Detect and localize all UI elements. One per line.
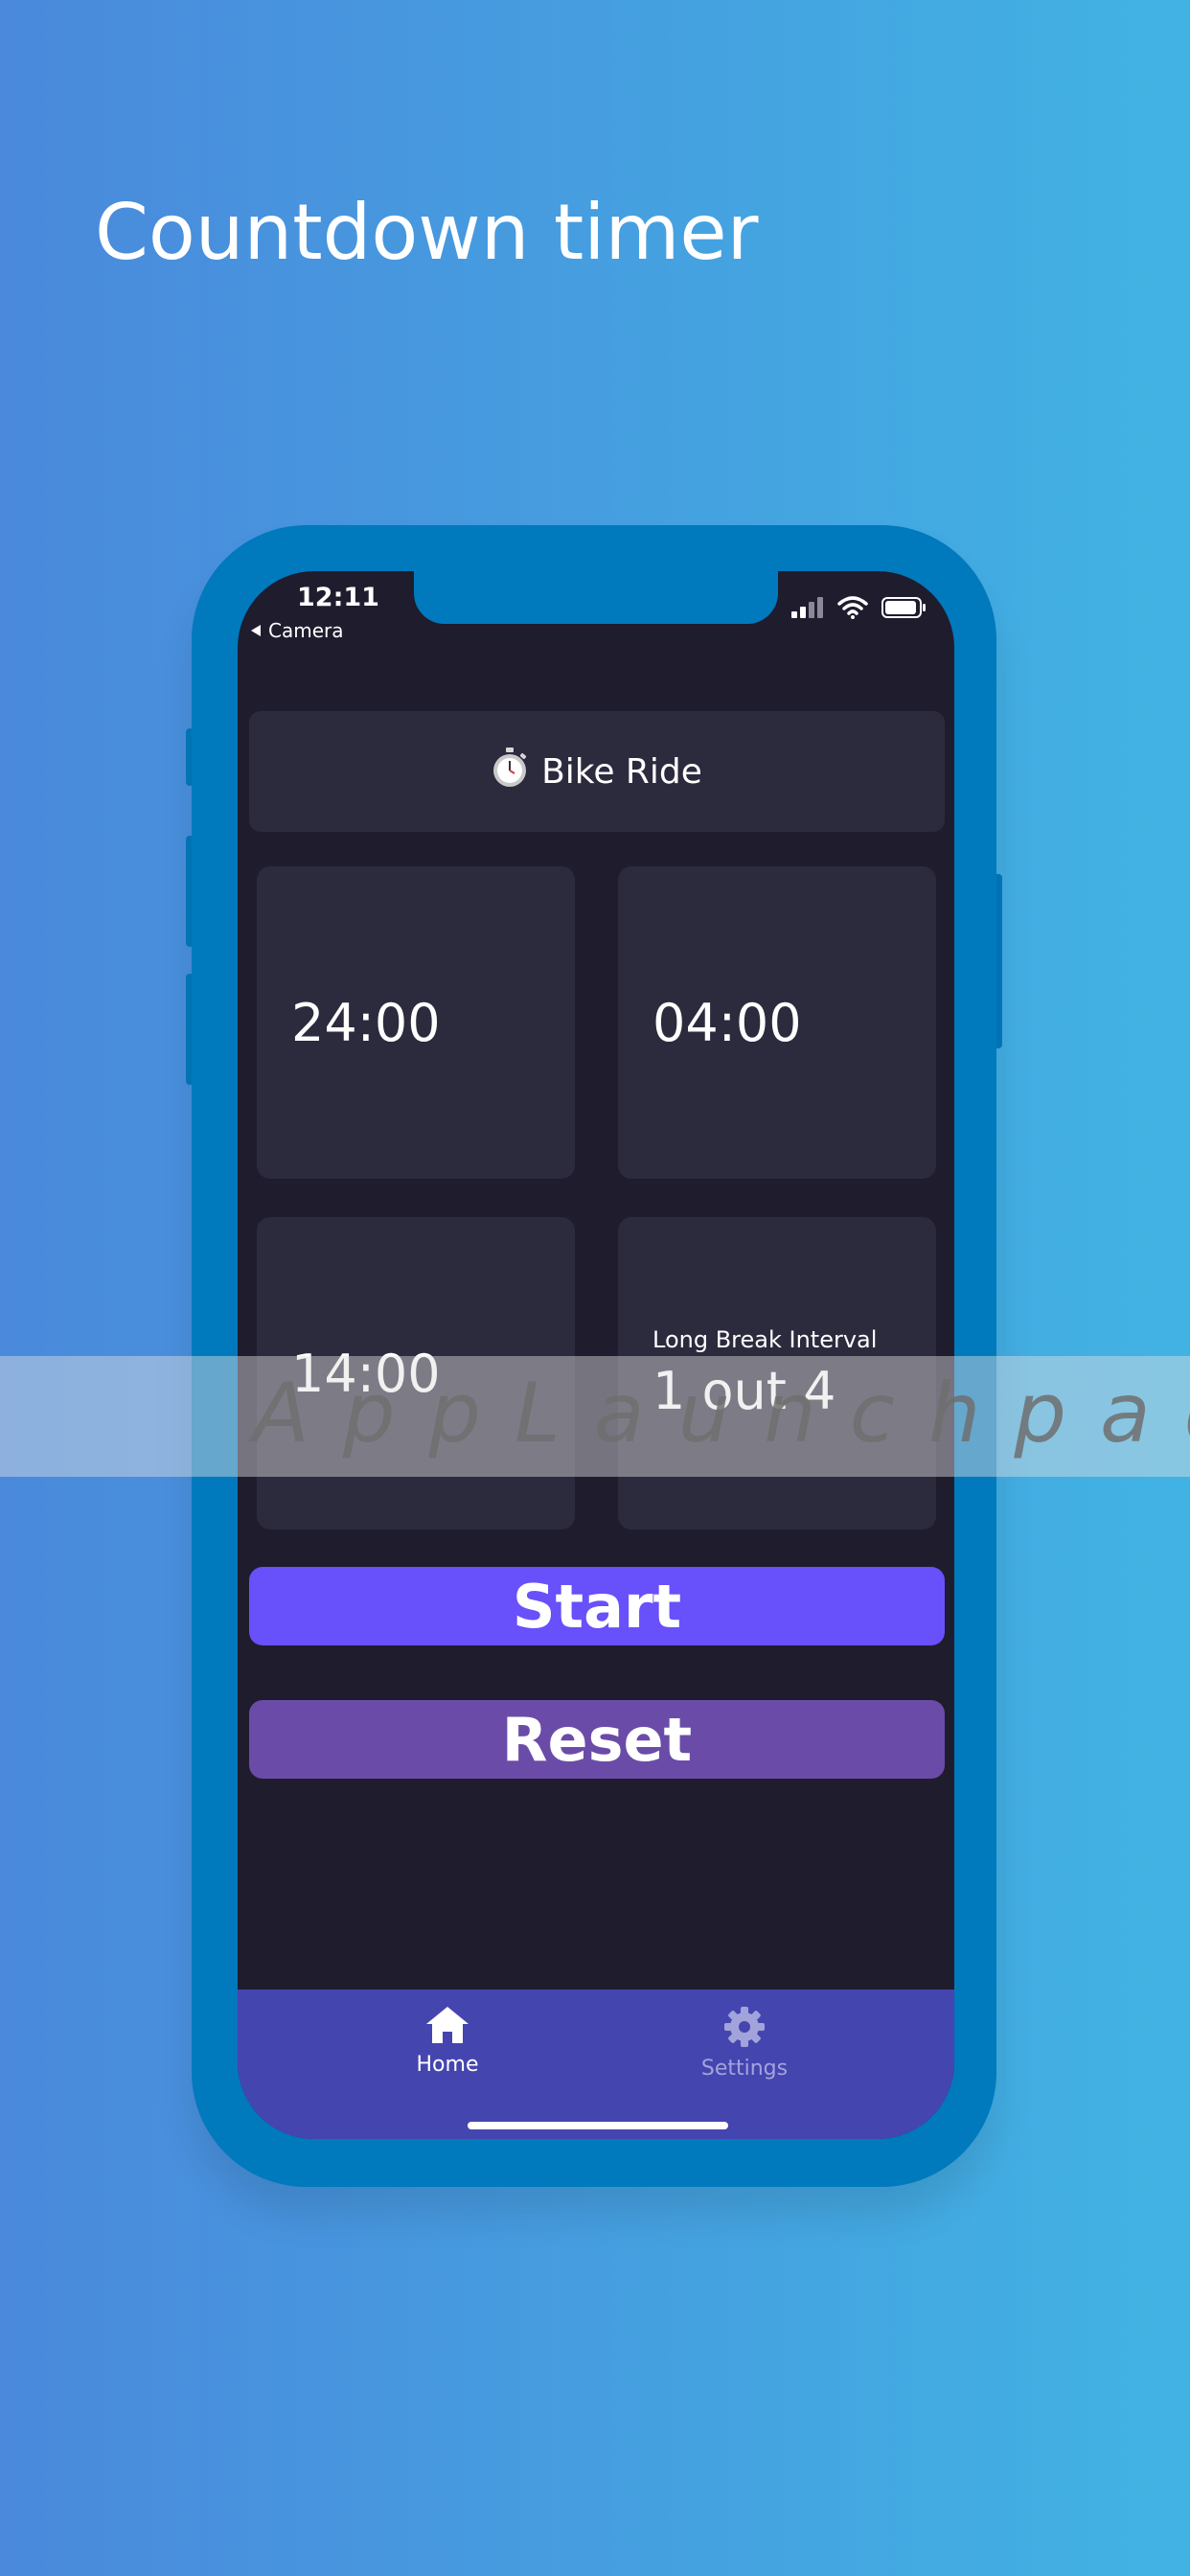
tile-value: 24:00 bbox=[291, 993, 441, 1053]
watermark-band: AppLaunchpad bbox=[0, 1356, 1190, 1477]
stopwatch-icon bbox=[492, 747, 528, 796]
short-break-tile[interactable]: 04:00 bbox=[618, 866, 936, 1179]
home-indicator bbox=[468, 2122, 728, 2129]
tile-label: Long Break Interval bbox=[652, 1326, 878, 1353]
timer-title-card: Bike Ride bbox=[249, 711, 945, 832]
tab-settings-label: Settings bbox=[700, 2057, 789, 2081]
tab-bar: Home Settings bbox=[238, 1990, 954, 2139]
timer-title: Bike Ride bbox=[541, 751, 702, 792]
status-icons bbox=[791, 596, 927, 624]
back-label: Camera bbox=[268, 619, 344, 642]
tab-home-label: Home bbox=[416, 2053, 479, 2077]
tab-settings[interactable]: Settings bbox=[649, 2007, 840, 2081]
battery-icon bbox=[881, 596, 927, 624]
gear-icon bbox=[724, 2007, 765, 2053]
watermark-text: AppLaunchpad bbox=[253, 1366, 1190, 1461]
back-to-camera-link[interactable]: Camera bbox=[249, 619, 344, 642]
cellular-signal-icon bbox=[791, 597, 824, 623]
reset-button[interactable]: Reset bbox=[249, 1700, 945, 1779]
page-headline: Countdown timer bbox=[95, 188, 759, 277]
tab-home[interactable]: Home bbox=[352, 2007, 543, 2077]
work-duration-tile[interactable]: 24:00 bbox=[257, 866, 575, 1179]
back-arrow-icon bbox=[249, 619, 263, 642]
phone-screen: 12:11 Camera Bike Ride 24:00 04:00 14:00… bbox=[238, 571, 954, 2139]
phone-notch bbox=[414, 571, 778, 624]
start-button[interactable]: Start bbox=[249, 1567, 945, 1645]
tile-value: 04:00 bbox=[652, 993, 802, 1053]
status-time: 12:11 bbox=[297, 583, 379, 612]
wifi-icon bbox=[837, 596, 868, 624]
home-icon bbox=[426, 2007, 469, 2049]
